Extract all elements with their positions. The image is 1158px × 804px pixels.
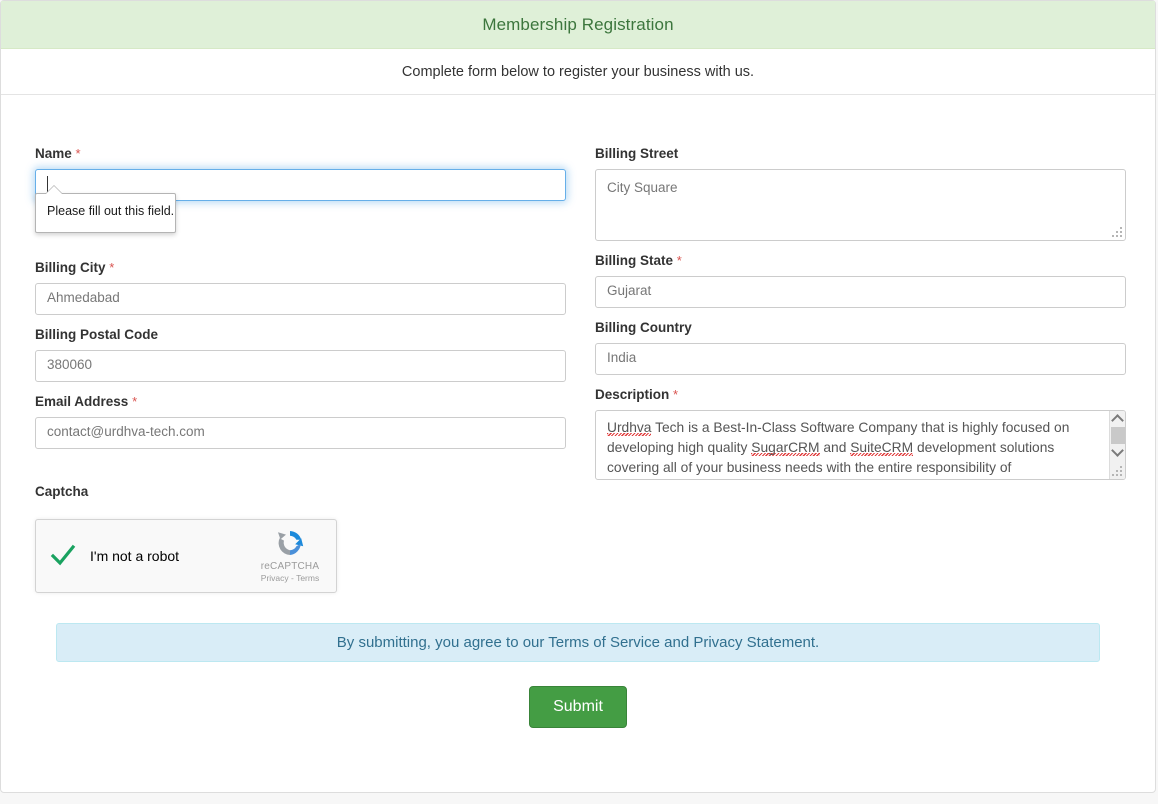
registration-card: Membership Registration Complete form be… bbox=[0, 0, 1156, 793]
submit-button[interactable]: Submit bbox=[529, 686, 627, 728]
billing-country-value: India bbox=[607, 350, 637, 365]
label-email-address: Email Address * bbox=[35, 393, 566, 411]
billing-postal-code-input[interactable]: 380060 bbox=[35, 350, 566, 382]
page-root: Membership Registration Complete form be… bbox=[0, 0, 1158, 804]
email-address-input[interactable]: contact@urdhva-tech.com bbox=[35, 417, 566, 449]
scroll-up-icon[interactable] bbox=[1110, 411, 1125, 427]
label-billing-city: Billing City * bbox=[35, 259, 566, 277]
label-billing-postal-code-text: Billing Postal Code bbox=[35, 327, 159, 342]
email-address-value: contact@urdhva-tech.com bbox=[47, 424, 205, 439]
form-left-column: Name * Please fill out this field. Billi… bbox=[35, 145, 566, 593]
recaptcha-widget[interactable]: I'm not a robot reCAPTCHA Privacy - Term… bbox=[35, 519, 337, 593]
billing-city-value: Ahmedabad bbox=[47, 290, 120, 305]
label-billing-street: Billing Street bbox=[595, 145, 1126, 163]
form-body: Name * Please fill out this field. Billi… bbox=[1, 95, 1155, 728]
description-scrollbar[interactable] bbox=[1109, 411, 1125, 479]
label-billing-postal-code: Billing Postal Code bbox=[35, 326, 566, 344]
recaptcha-brand-text: reCAPTCHA bbox=[260, 561, 320, 572]
billing-state-input[interactable]: Gujarat bbox=[595, 276, 1126, 308]
billing-city-input[interactable]: Ahmedabad bbox=[35, 283, 566, 315]
checkmark-icon bbox=[50, 544, 76, 566]
field-email-address: Email Address * contact@urdhva-tech.com bbox=[35, 393, 566, 449]
required-marker: * bbox=[676, 253, 682, 268]
recaptcha-checkbox[interactable] bbox=[36, 543, 90, 569]
description-textarea[interactable]: Urdhva Tech is a Best-In-Class Software … bbox=[595, 410, 1126, 480]
validation-message: Please fill out this field. bbox=[47, 204, 175, 218]
label-billing-country: Billing Country bbox=[595, 319, 1126, 337]
submit-row: Submit bbox=[35, 686, 1121, 728]
tooltip-arrow-inner bbox=[45, 186, 63, 195]
card-header: Membership Registration bbox=[1, 1, 1155, 49]
card-subheader: Complete form below to register your bus… bbox=[1, 49, 1155, 95]
billing-street-value: City Square bbox=[607, 180, 678, 195]
billing-street-textarea[interactable]: City Square bbox=[595, 169, 1126, 241]
recaptcha-logo-icon bbox=[278, 531, 304, 555]
captcha-section: Captcha I'm not a robot reCAPTCHA Privac… bbox=[35, 483, 566, 593]
field-name: Name * Please fill out this field. bbox=[35, 145, 566, 233]
required-marker: * bbox=[132, 394, 138, 409]
page-subtitle: Complete form below to register your bus… bbox=[401, 63, 755, 80]
required-marker: * bbox=[673, 387, 679, 402]
field-billing-country: Billing Country India bbox=[595, 319, 1126, 375]
field-billing-city: Billing City * Ahmedabad bbox=[35, 259, 566, 315]
required-marker: * bbox=[109, 260, 115, 275]
page-title: Membership Registration bbox=[482, 14, 674, 34]
recaptcha-label: I'm not a robot bbox=[90, 548, 180, 564]
label-description: Description * bbox=[595, 386, 1126, 404]
scrollbar-thumb[interactable] bbox=[1111, 427, 1125, 444]
label-billing-street-text: Billing Street bbox=[595, 146, 679, 161]
recaptcha-branding: reCAPTCHA Privacy - Terms bbox=[254, 527, 326, 583]
scrollbar-track[interactable] bbox=[1110, 460, 1125, 479]
billing-postal-code-value: 380060 bbox=[47, 357, 93, 372]
field-billing-state: Billing State * Gujarat bbox=[595, 252, 1126, 308]
label-billing-country-text: Billing Country bbox=[595, 320, 692, 335]
description-value: Urdhva Tech is a Best-In-Class Software … bbox=[607, 420, 1070, 475]
label-billing-state-text: Billing State bbox=[595, 253, 674, 268]
field-billing-postal-code: Billing Postal Code 380060 bbox=[35, 326, 566, 382]
terms-alert-text: By submitting, you agree to our Terms of… bbox=[336, 634, 820, 651]
label-description-text: Description bbox=[595, 387, 670, 402]
field-description: Description * Urdhva Tech is a Best-In-C… bbox=[595, 386, 1126, 480]
label-name: Name * bbox=[35, 145, 566, 163]
form-grid: Name * Please fill out this field. Billi… bbox=[35, 145, 1126, 593]
required-marker: * bbox=[75, 146, 81, 161]
validation-tooltip: Please fill out this field. bbox=[35, 185, 176, 233]
label-billing-state: Billing State * bbox=[595, 252, 1126, 270]
billing-state-value: Gujarat bbox=[607, 283, 652, 298]
scroll-down-icon[interactable] bbox=[1110, 444, 1125, 460]
label-name-text: Name bbox=[35, 146, 72, 161]
label-billing-city-text: Billing City bbox=[35, 260, 106, 275]
field-billing-street: Billing Street City Square bbox=[595, 145, 1126, 241]
form-right-column: Billing Street City Square Billing State… bbox=[595, 145, 1126, 593]
label-captcha: Captcha bbox=[35, 484, 89, 499]
recaptcha-legal-links[interactable]: Privacy - Terms bbox=[254, 573, 326, 583]
label-email-address-text: Email Address bbox=[35, 394, 129, 409]
billing-country-input[interactable]: India bbox=[595, 343, 1126, 375]
terms-alert: By submitting, you agree to our Terms of… bbox=[56, 623, 1100, 662]
